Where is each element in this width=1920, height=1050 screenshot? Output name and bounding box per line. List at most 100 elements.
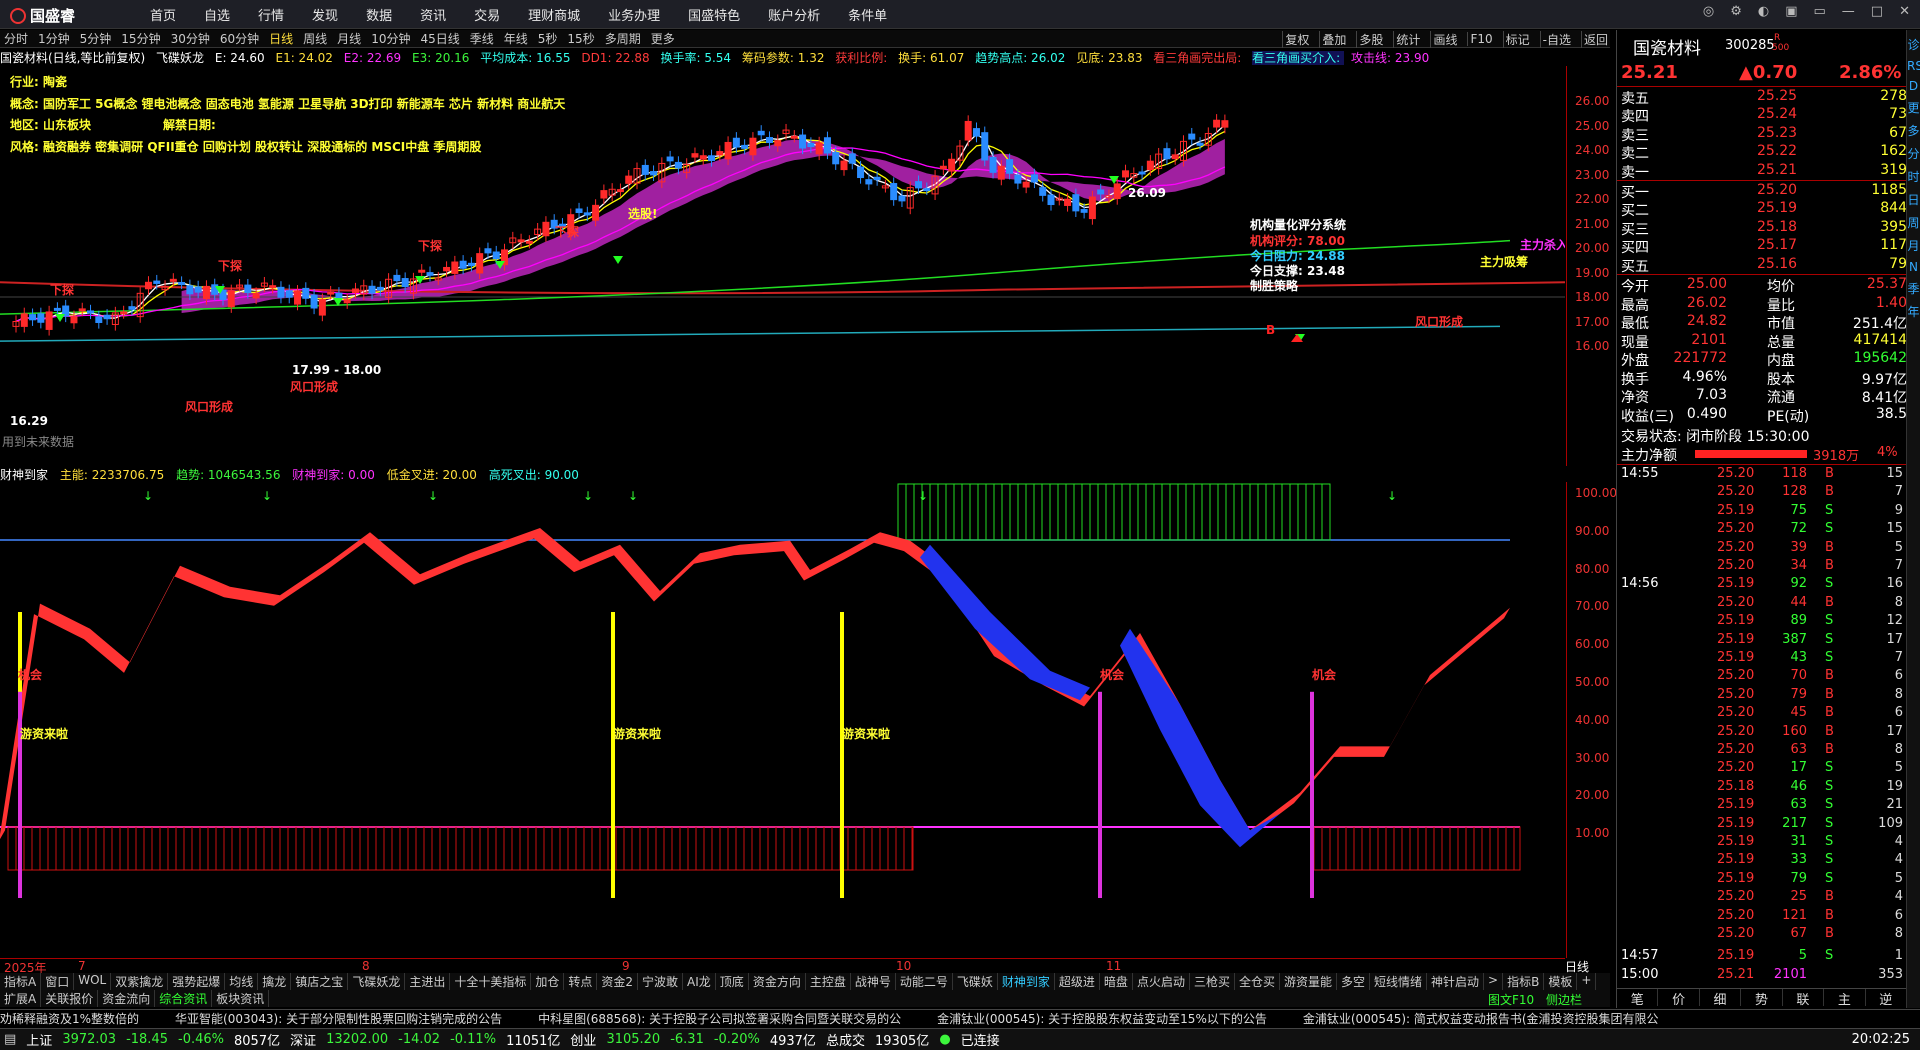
side-button-1[interactable]: RSI	[1907, 59, 1920, 73]
tool-5[interactable]: F10	[1467, 32, 1494, 46]
ext-tab-2[interactable]: 资金流向	[98, 990, 156, 1007]
period-10[interactable]: 45日线	[420, 30, 459, 47]
indicator-tab-6[interactable]: 擒龙	[258, 973, 292, 990]
period-11[interactable]: 季线	[470, 30, 494, 47]
lock-icon[interactable]: ▣	[1785, 4, 1797, 19]
detail-tab-2[interactable]: 细	[1700, 989, 1742, 1008]
indicator-tab-34[interactable]: 模板	[1544, 973, 1578, 990]
close-icon[interactable]: ✕	[1899, 4, 1910, 19]
side-button-10[interactable]: N	[1907, 260, 1920, 274]
side-button-4[interactable]: 多	[1907, 122, 1920, 139]
f10-link[interactable]: 图文F10	[1488, 991, 1534, 1008]
tool-3[interactable]: 统计	[1393, 30, 1422, 48]
menu-item-4[interactable]: 数据	[366, 5, 392, 24]
side-button-5[interactable]: 分	[1907, 145, 1920, 162]
indicator-tab-12[interactable]: 转点	[564, 973, 598, 990]
detail-tab-0[interactable]: 笔	[1617, 989, 1659, 1008]
menu-item-10[interactable]: 账户分析	[768, 5, 820, 24]
menu-item-11[interactable]: 条件单	[848, 5, 887, 24]
sh-index-label[interactable]: 上证	[26, 1030, 52, 1049]
menu-item-6[interactable]: 交易	[474, 5, 500, 24]
indicator-tab-28[interactable]: 游资量能	[1280, 973, 1337, 990]
maximize-icon[interactable]: □	[1871, 4, 1883, 19]
minimize-icon[interactable]: —	[1842, 4, 1855, 19]
menu-item-8[interactable]: 业务办理	[608, 5, 660, 24]
period-2[interactable]: 5分钟	[80, 30, 112, 47]
detail-tab-6[interactable]: 逆	[1866, 989, 1907, 1008]
period-4[interactable]: 30分钟	[171, 30, 210, 47]
ext-tab-0[interactable]: 扩展A	[0, 990, 42, 1007]
side-button-9[interactable]: 月	[1907, 237, 1920, 254]
menu-item-0[interactable]: 首页	[150, 5, 176, 24]
indicator-tab-18[interactable]: 主控盘	[806, 973, 851, 990]
indicator-name[interactable]: 飞碟妖龙	[156, 51, 204, 65]
indicator-tab-7[interactable]: 镇店之宝	[291, 973, 349, 990]
period-5[interactable]: 60分钟	[220, 30, 259, 47]
news-item[interactable]: 华亚智能(003043): 关于部分限制性股票回购注销完成的公告	[175, 1012, 502, 1026]
period-15[interactable]: 多周期	[605, 30, 641, 47]
indicator-tab-17[interactable]: 资金方向	[749, 973, 806, 990]
side-button-12[interactable]: 年	[1907, 303, 1920, 320]
news-item[interactable]: 中科星图(688568): 关于控股子公司拟签署采购合同暨关联交易的公	[538, 1012, 901, 1026]
indicator-tab-4[interactable]: 强势起爆	[168, 973, 226, 990]
ext-tab-3[interactable]: 综合资讯	[155, 990, 213, 1007]
bid-row[interactable]: 买一 25.20 1185	[1617, 182, 1907, 201]
indicator-tab-24[interactable]: 暗盘	[1100, 973, 1133, 990]
period-7[interactable]: 周线	[303, 30, 327, 47]
indicator-tab-8[interactable]: 飞碟妖龙	[348, 973, 406, 990]
tool-7[interactable]: -自选	[1539, 30, 1573, 48]
period-16[interactable]: 更多	[651, 30, 675, 47]
sub-indicator-name[interactable]: 财神到家	[0, 468, 48, 482]
tool-4[interactable]: 画线	[1430, 30, 1459, 48]
ext-tab-4[interactable]: 板块资讯	[212, 990, 270, 1007]
bid-row[interactable]: 买二 25.19 844	[1617, 200, 1907, 219]
indicator-tab-30[interactable]: 短线情绪	[1370, 973, 1428, 990]
indicator-tab-26[interactable]: 三枪买	[1190, 973, 1235, 990]
skin-icon[interactable]: ◐	[1758, 4, 1769, 19]
indicator-tab-10[interactable]: 十全十美指标	[450, 973, 532, 990]
menu-item-1[interactable]: 自选	[204, 5, 230, 24]
period-14[interactable]: 15秒	[567, 30, 594, 47]
ask-row[interactable]: 卖一 25.21 319	[1617, 162, 1907, 181]
tool-2[interactable]: 多股	[1356, 30, 1385, 48]
news-item[interactable]: 金浦钛业(000545): 简式权益变动报告书(金浦投资控股集团有限公	[1303, 1012, 1659, 1026]
period-13[interactable]: 5秒	[538, 30, 558, 47]
bid-row[interactable]: 买三 25.18 395	[1617, 219, 1907, 238]
indicator-tab-13[interactable]: 资金2	[597, 973, 639, 990]
bid-row[interactable]: 买五 25.16 79	[1617, 256, 1907, 275]
cy-index-label[interactable]: 创业	[570, 1030, 596, 1049]
tool-0[interactable]: 复权	[1282, 30, 1311, 48]
indicator-tab-27[interactable]: 全仓买	[1235, 973, 1280, 990]
indicator-tab-23[interactable]: 超级进	[1055, 973, 1100, 990]
indicator-tab-1[interactable]: 窗口	[41, 973, 75, 990]
indicator-tab-29[interactable]: 多空	[1337, 973, 1371, 990]
period-12[interactable]: 年线	[504, 30, 528, 47]
side-button-6[interactable]: 时	[1907, 168, 1920, 185]
sidebar-link[interactable]: 侧边栏	[1546, 991, 1582, 1008]
ext-tab-1[interactable]: 关联报价	[41, 990, 99, 1007]
detail-tab-4[interactable]: 联	[1783, 989, 1825, 1008]
tool-6[interactable]: 标记	[1502, 30, 1532, 48]
side-button-0[interactable]: 诊	[1907, 36, 1920, 53]
indicator-tab-32[interactable]: >	[1484, 973, 1504, 990]
indicator-tab-25[interactable]: 点火启动	[1133, 973, 1190, 990]
period-3[interactable]: 15分钟	[121, 30, 160, 47]
detail-tab-3[interactable]: 势	[1741, 989, 1783, 1008]
indicator-tab-9[interactable]: 主进出	[405, 973, 451, 990]
ask-row[interactable]: 卖二 25.22 162	[1617, 143, 1907, 162]
indicator-tab-3[interactable]: 双紫擒龙	[111, 973, 169, 990]
menu-item-5[interactable]: 资讯	[420, 5, 446, 24]
period-1[interactable]: 1分钟	[38, 30, 70, 47]
bid-row[interactable]: 买四 25.17 117	[1617, 237, 1907, 256]
indicator-tab-22[interactable]: 财神到家	[998, 973, 1055, 990]
indicator-tab-16[interactable]: 顶底	[716, 973, 749, 990]
detail-tab-5[interactable]: 主	[1824, 989, 1866, 1008]
indicator-tab-20[interactable]: 动能二号	[896, 973, 953, 990]
menu-item-2[interactable]: 行情	[258, 5, 284, 24]
indicator-tab-14[interactable]: 宁波敢	[638, 973, 684, 990]
side-button-2[interactable]: D	[1907, 79, 1920, 93]
side-button-7[interactable]: 日	[1907, 191, 1920, 208]
indicator-tab-31[interactable]: 神针启动	[1427, 973, 1485, 990]
indicator-tab-19[interactable]: 战神号	[851, 973, 896, 990]
menu-item-7[interactable]: 理财商城	[528, 5, 580, 24]
